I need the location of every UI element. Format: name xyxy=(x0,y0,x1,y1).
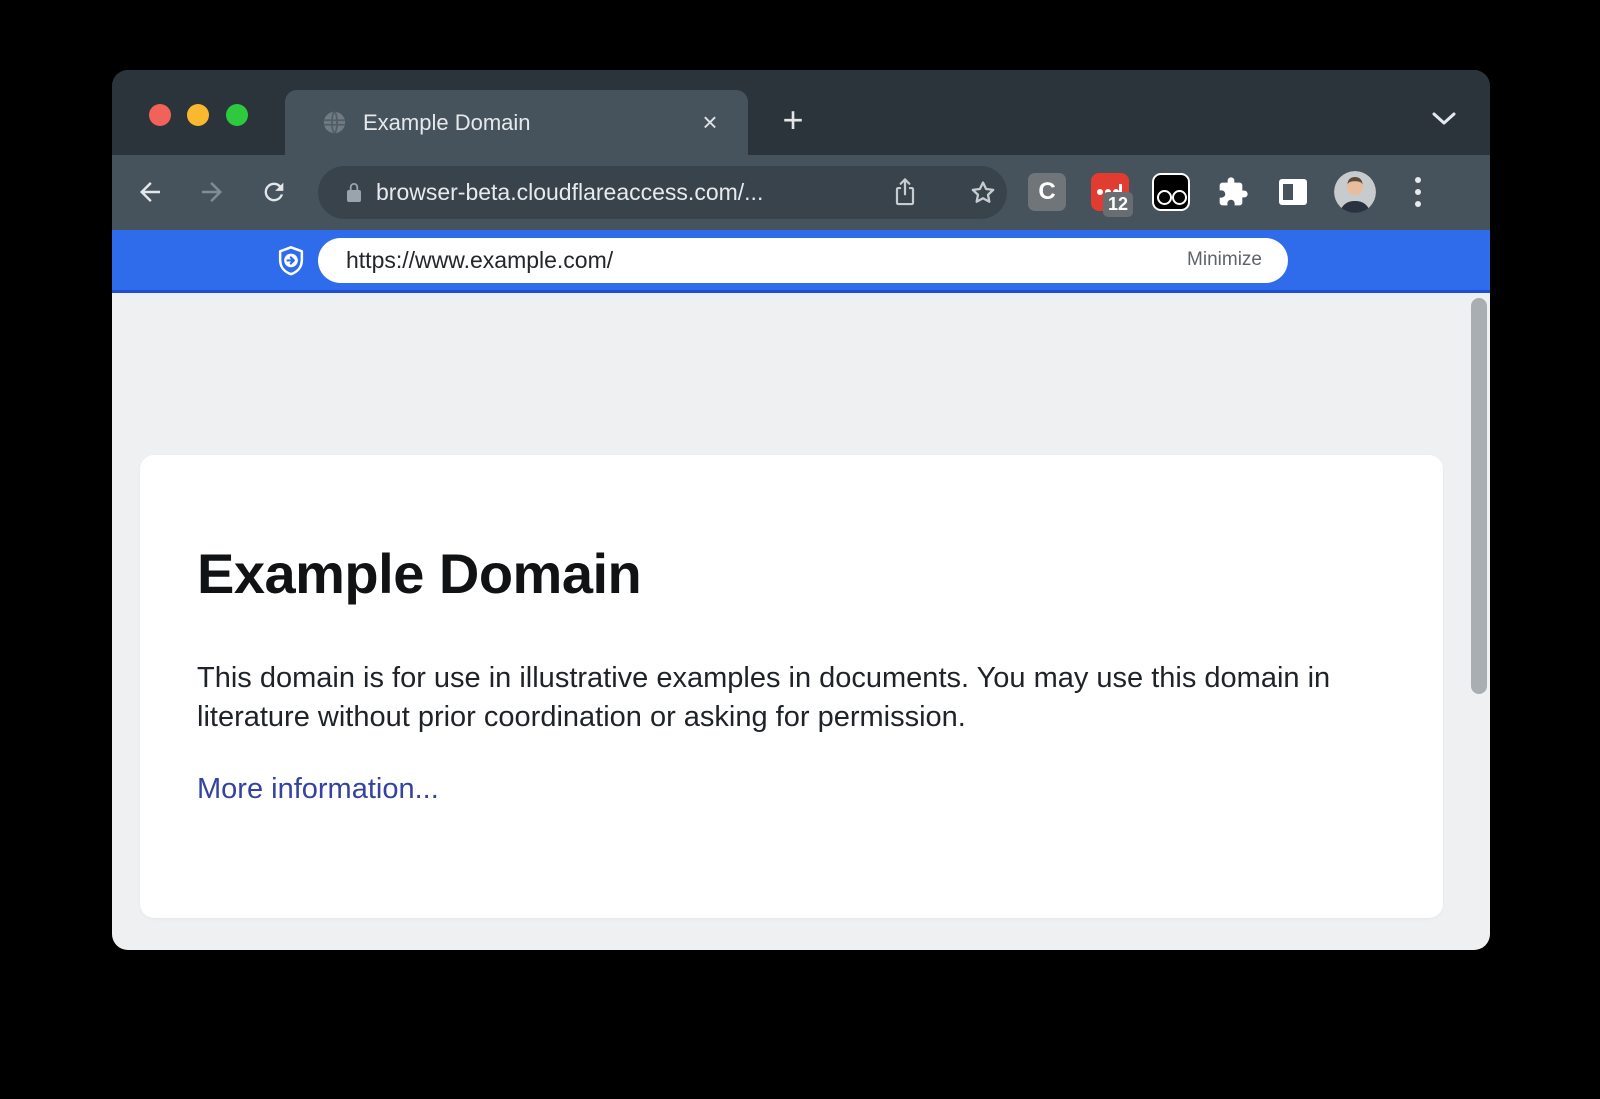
puzzle-icon xyxy=(1217,176,1249,208)
new-tab-button[interactable]: + xyxy=(773,101,813,141)
browser-toolbar: browser-beta.cloudflareaccess.com/... C … xyxy=(112,155,1490,230)
globe-icon xyxy=(321,109,348,136)
tab-close-icon[interactable]: × xyxy=(692,104,728,140)
zoom-window-button[interactable] xyxy=(226,104,248,126)
shield-arrow-icon xyxy=(276,245,306,277)
lock-icon xyxy=(342,180,366,206)
more-information-link[interactable]: More information... xyxy=(197,773,439,806)
browser-window: Example Domain × + bro xyxy=(112,70,1490,950)
extension-circles-button[interactable] xyxy=(1152,173,1190,211)
reload-button[interactable] xyxy=(252,170,296,214)
profile-avatar[interactable] xyxy=(1334,171,1376,213)
avatar-photo xyxy=(1334,171,1376,213)
tab-title: Example Domain xyxy=(363,110,531,136)
extension-c-button[interactable]: C xyxy=(1028,173,1066,211)
forward-arrow-icon xyxy=(197,177,227,207)
tab-example-domain[interactable]: Example Domain × xyxy=(285,90,748,155)
minimize-button[interactable]: Minimize xyxy=(1187,249,1262,271)
circle-icon xyxy=(1172,190,1187,205)
reload-icon xyxy=(260,178,288,206)
close-window-button[interactable] xyxy=(149,104,171,126)
vertical-scrollbar[interactable] xyxy=(1471,298,1487,694)
isolation-bar: https://www.example.com/ Minimize xyxy=(112,230,1490,293)
tab-strip: Example Domain × + xyxy=(112,70,1490,155)
minimize-window-button[interactable] xyxy=(187,104,209,126)
kebab-menu-icon xyxy=(1415,177,1421,183)
side-panel-icon xyxy=(1279,179,1307,205)
chevron-down-icon[interactable] xyxy=(1430,110,1458,128)
address-bar[interactable]: browser-beta.cloudflareaccess.com/... xyxy=(318,166,1007,219)
circle-icon xyxy=(1157,190,1172,205)
forward-button[interactable] xyxy=(190,170,234,214)
star-icon[interactable] xyxy=(968,178,998,208)
extension-badge: 12 xyxy=(1103,192,1133,217)
red-dot-icon xyxy=(1097,189,1103,195)
isolated-url-value: https://www.example.com/ xyxy=(346,247,613,274)
page-viewport: Example Domain This domain is for use in… xyxy=(112,293,1490,950)
extension-red-dots-button[interactable]: 12 xyxy=(1091,173,1129,211)
side-panel-button[interactable] xyxy=(1274,173,1312,211)
page-title: Example Domain xyxy=(197,541,641,606)
back-button[interactable] xyxy=(128,170,172,214)
back-arrow-icon xyxy=(135,177,165,207)
extensions-menu-button[interactable] xyxy=(1214,173,1252,211)
page-paragraph: This domain is for use in illustrative e… xyxy=(197,659,1362,737)
extension-c-label: C xyxy=(1038,178,1055,205)
content-card: Example Domain This domain is for use in… xyxy=(140,455,1443,918)
isolated-url-input[interactable]: https://www.example.com/ Minimize xyxy=(318,238,1288,283)
share-icon[interactable] xyxy=(890,177,920,209)
address-url: browser-beta.cloudflareaccess.com/... xyxy=(376,179,763,206)
chrome-menu-button[interactable] xyxy=(1408,173,1428,211)
